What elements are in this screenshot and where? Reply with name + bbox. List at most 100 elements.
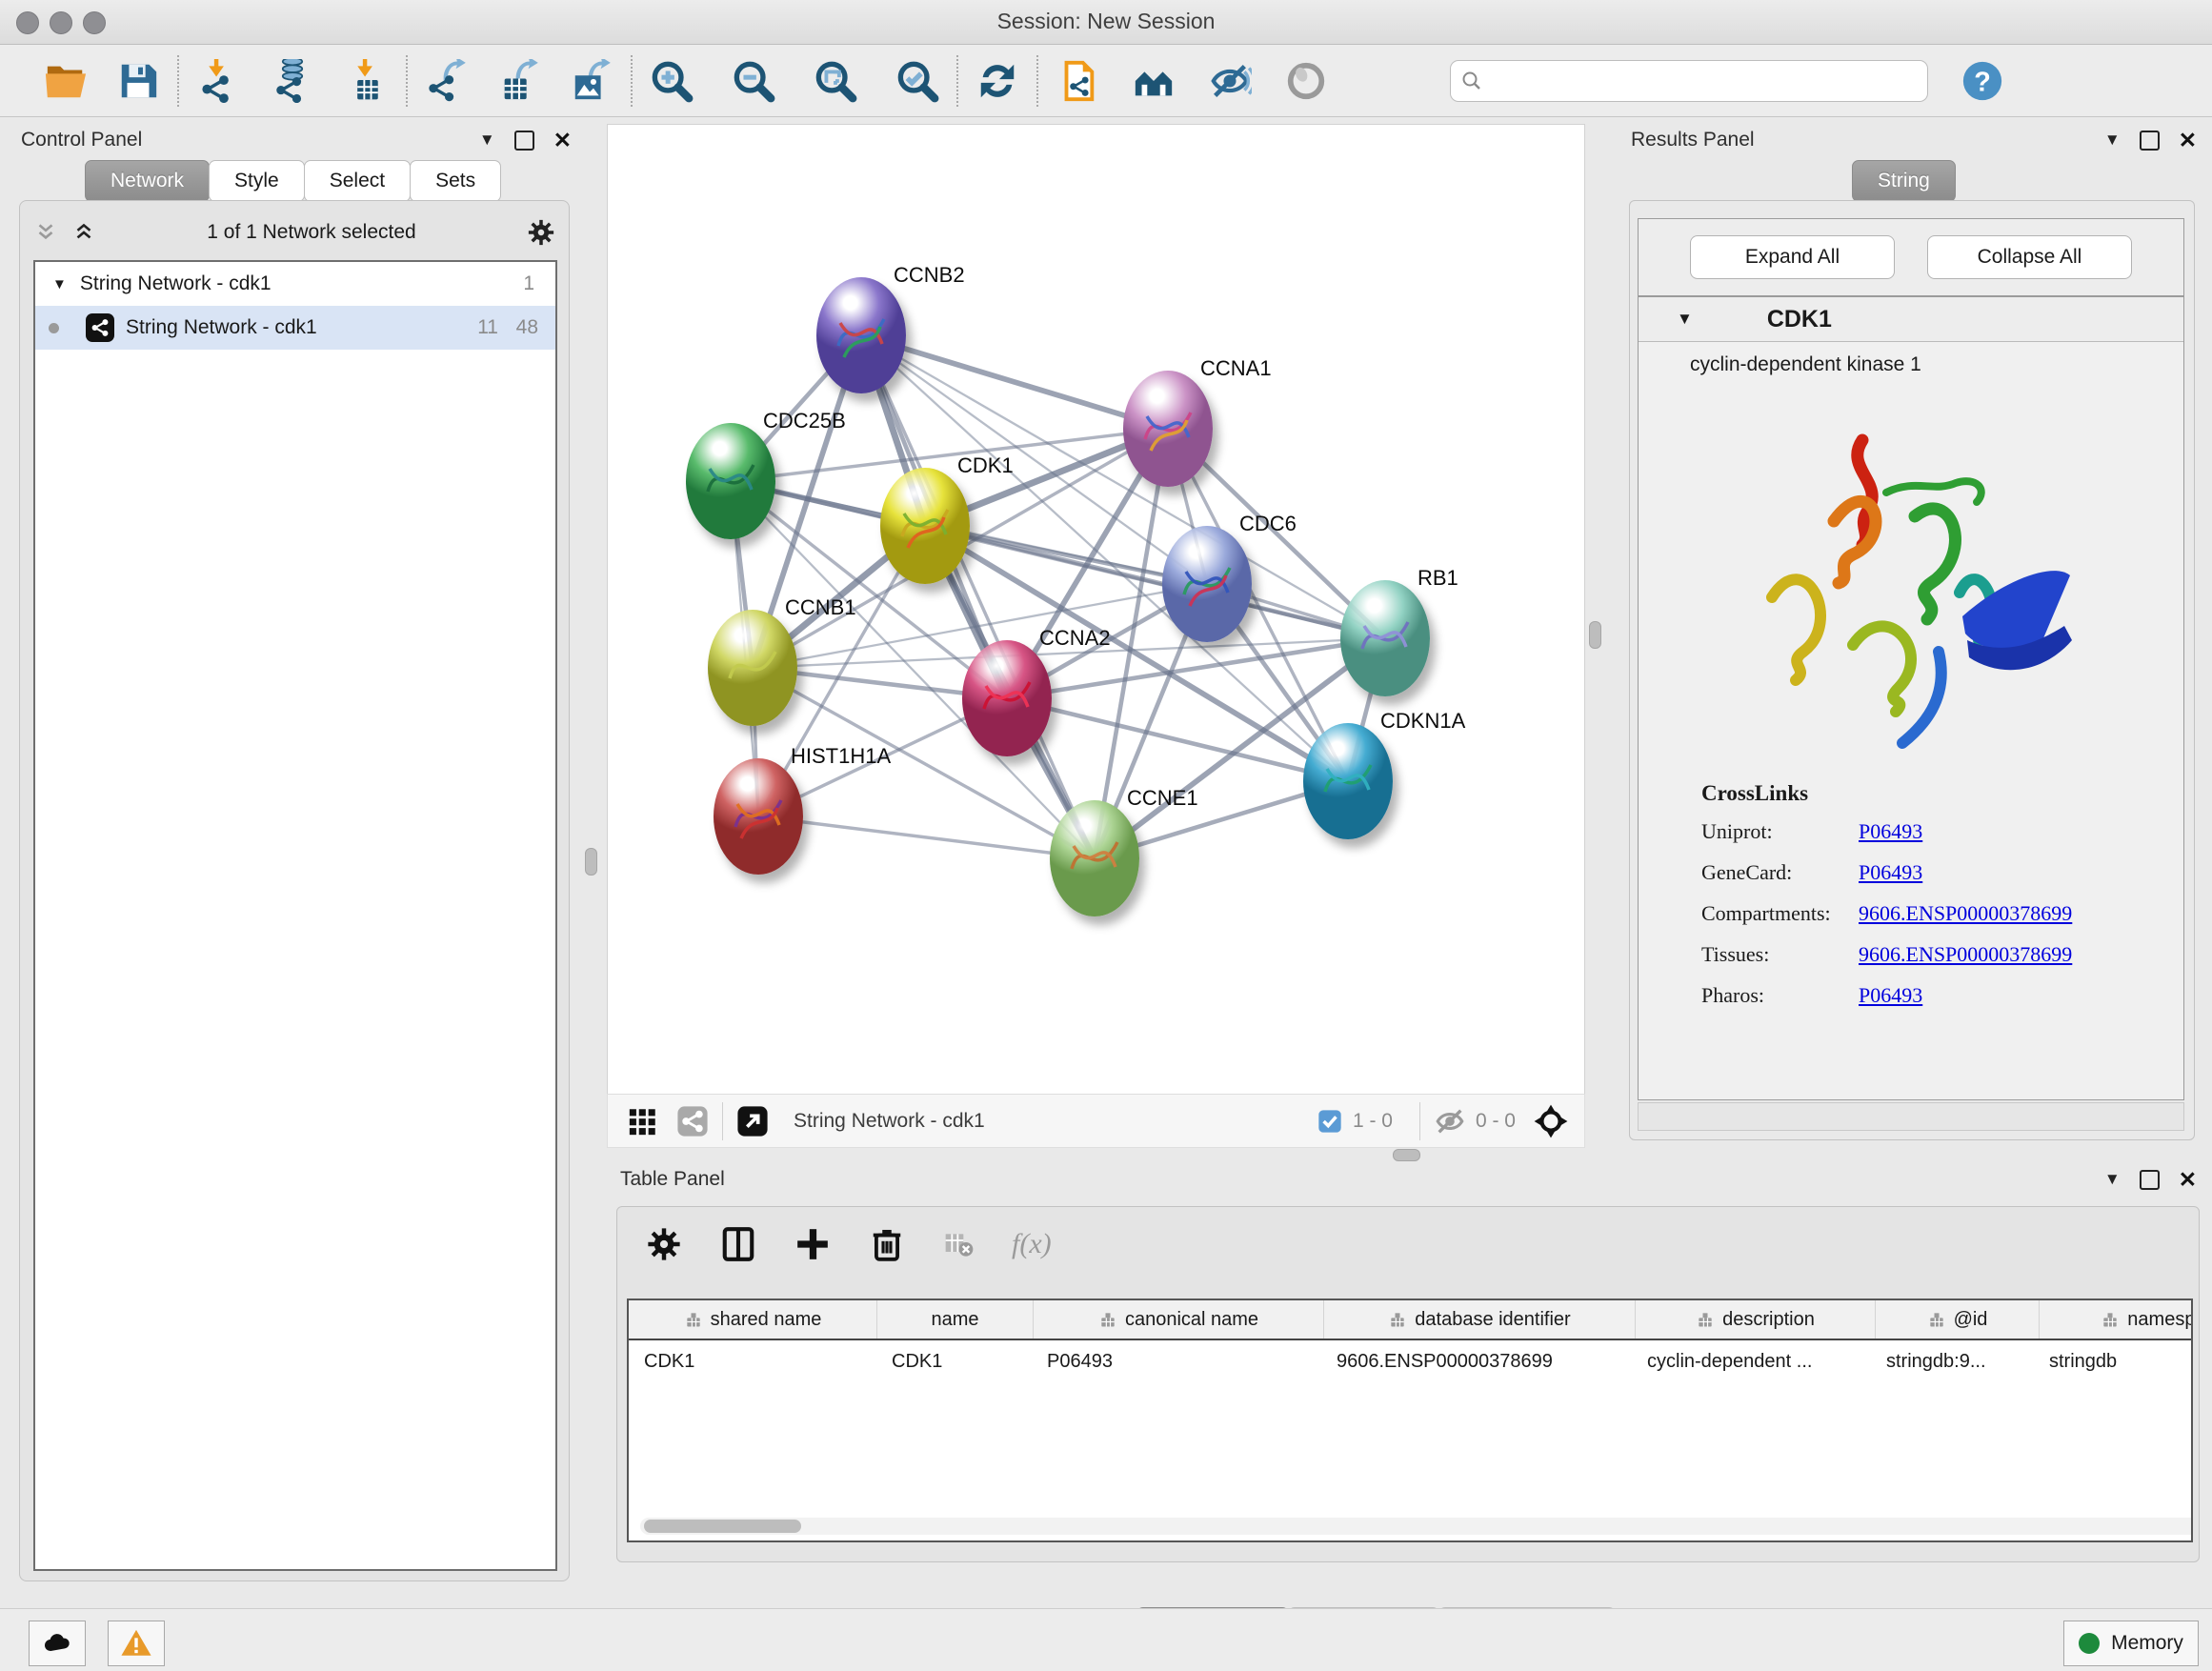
network-options-gear-icon[interactable]	[527, 218, 555, 247]
network-node-ccna1[interactable]	[1123, 371, 1213, 487]
export-network-button[interactable]	[417, 51, 476, 111]
column-header[interactable]: namespace	[2040, 1300, 2193, 1339]
left-splitter-handle[interactable]	[585, 848, 597, 876]
maximize-panel-icon[interactable]	[2140, 1170, 2160, 1190]
crosslink-pharos-link[interactable]: P06493	[1859, 983, 1922, 1008]
open-session-button[interactable]	[36, 51, 95, 111]
crosslink-uniprot-link[interactable]: P06493	[1859, 819, 1922, 844]
collapse-all-networks-icon[interactable]	[33, 220, 58, 245]
network-node-ccne1[interactable]	[1050, 800, 1139, 916]
maximize-panel-icon[interactable]	[2140, 131, 2160, 151]
network-node-ccnb2[interactable]	[816, 277, 906, 393]
toolbar-separator	[956, 55, 958, 107]
results-horizontal-scrollbar[interactable]	[1638, 1102, 2184, 1131]
expand-all-button[interactable]: Expand All	[1690, 235, 1895, 279]
detach-view-icon[interactable]	[736, 1105, 769, 1137]
collapse-panel-icon[interactable]: ▼	[2104, 131, 2121, 150]
right-splitter-handle[interactable]	[1589, 621, 1601, 649]
maximize-panel-icon[interactable]	[514, 131, 534, 151]
tab-style[interactable]: Style	[209, 160, 305, 202]
toolbar-separator	[406, 55, 408, 107]
protein-structure-image	[1719, 402, 2101, 764]
gene-collapse-icon[interactable]: ▼	[1677, 310, 1693, 329]
table-panel-title: Table Panel	[620, 1168, 725, 1191]
zoom-selected-icon	[895, 59, 939, 103]
string-import-button[interactable]	[1048, 51, 1107, 111]
birds-eye-toggle-icon[interactable]	[1533, 1103, 1569, 1139]
save-session-button[interactable]	[109, 51, 168, 111]
tab-sets[interactable]: Sets	[410, 160, 501, 202]
warning-status-button[interactable]	[108, 1621, 165, 1666]
import-table-button[interactable]	[337, 51, 396, 111]
collapse-panel-icon[interactable]: ▼	[479, 131, 495, 150]
gene-description: cyclin-dependent kinase 1	[1690, 353, 2183, 376]
zoom-out-button[interactable]	[724, 51, 783, 111]
tab-select[interactable]: Select	[304, 160, 411, 202]
tab-string[interactable]: String	[1852, 160, 1956, 202]
crosslink-label: Pharos:	[1701, 983, 1859, 1008]
network-share-icon[interactable]	[676, 1105, 709, 1137]
cloud-status-button[interactable]	[29, 1621, 86, 1666]
crosslink-compartments-link[interactable]: 9606.ENSP00000378699	[1859, 901, 2072, 926]
network-node-cdc25b[interactable]	[686, 423, 775, 539]
network-edge[interactable]	[925, 526, 1385, 638]
column-header[interactable]: canonical name	[1034, 1300, 1324, 1339]
network-node-ccnb1[interactable]	[708, 610, 797, 726]
column-header[interactable]: database identifier	[1324, 1300, 1636, 1339]
delete-table-icon[interactable]	[943, 1229, 974, 1259]
delete-column-trash-icon[interactable]	[869, 1226, 905, 1262]
table-row[interactable]: CDK1 CDK1 P06493 9606.ENSP00000378699 cy…	[629, 1340, 2191, 1382]
grid-view-icon[interactable]	[627, 1105, 659, 1137]
node-label-ccna1: CCNA1	[1200, 356, 1272, 381]
collection-expand-icon[interactable]: ▼	[52, 276, 67, 292]
hidden-eye-icon[interactable]	[1434, 1105, 1466, 1137]
crosslink-tissues-link[interactable]: 9606.ENSP00000378699	[1859, 942, 2072, 967]
show-columns-icon[interactable]	[720, 1226, 756, 1262]
zoom-fit-button[interactable]	[806, 51, 865, 111]
import-network-file-button[interactable]	[189, 51, 248, 111]
zoom-in-button[interactable]	[642, 51, 701, 111]
network-node-cdkn1a[interactable]	[1303, 723, 1393, 839]
collapse-all-button[interactable]: Collapse All	[1927, 235, 2132, 279]
network-row[interactable]: String Network - cdk1 11 48	[35, 306, 555, 350]
network-edge[interactable]	[758, 816, 1095, 858]
zoom-selected-button[interactable]	[888, 51, 947, 111]
export-image-button[interactable]	[562, 51, 621, 111]
network-canvas[interactable]: CCNB2CCNA1CDC25BCDK1CDC6RB1CCNB1CCNA2CDK…	[607, 124, 1585, 1096]
network-node-cdc6[interactable]	[1162, 526, 1252, 642]
import-network-database-button[interactable]	[263, 51, 322, 111]
column-header[interactable]: @id	[1876, 1300, 2040, 1339]
close-panel-icon[interactable]: ✕	[2179, 1172, 2197, 1188]
network-node-hist1h1a[interactable]	[714, 758, 803, 875]
collapse-panel-icon[interactable]: ▼	[2104, 1170, 2121, 1189]
network-collection-row[interactable]: ▼ String Network - cdk1 1	[35, 262, 555, 306]
table-settings-gear-icon[interactable]	[646, 1226, 682, 1262]
network-node-cdk1[interactable]	[880, 468, 970, 584]
close-panel-icon[interactable]: ✕	[553, 132, 572, 149]
network-edge[interactable]	[861, 335, 1095, 858]
column-header[interactable]: description	[1636, 1300, 1876, 1339]
string-home-button[interactable]	[1124, 51, 1183, 111]
export-table-button[interactable]	[490, 51, 549, 111]
help-button[interactable]: ?	[1953, 51, 2012, 111]
column-header[interactable]: shared name	[629, 1300, 877, 1339]
network-edge[interactable]	[861, 335, 1168, 429]
selected-checkbox-icon[interactable]	[1317, 1108, 1343, 1135]
close-panel-icon[interactable]: ✕	[2179, 132, 2197, 149]
memory-button[interactable]: Memory	[2063, 1621, 2199, 1666]
search-input[interactable]	[1483, 63, 1927, 99]
expand-all-networks-icon[interactable]	[71, 220, 96, 245]
network-node-ccna2[interactable]	[962, 640, 1052, 756]
scrollbar-thumb[interactable]	[644, 1520, 801, 1533]
tab-network[interactable]: Network	[85, 160, 210, 202]
enhance-display-button[interactable]	[1200, 51, 1259, 111]
apply-layout-button[interactable]	[968, 51, 1027, 111]
function-builder-icon[interactable]: f(x)	[1012, 1228, 1052, 1260]
add-column-icon[interactable]	[794, 1226, 831, 1262]
network-node-rb1[interactable]	[1340, 580, 1430, 696]
crosslink-genecard-link[interactable]: P06493	[1859, 860, 1922, 885]
cell-shared-name: CDK1	[629, 1351, 876, 1373]
column-header[interactable]: name	[877, 1300, 1034, 1339]
table-horizontal-scrollbar[interactable]	[640, 1518, 2193, 1535]
highlight-button[interactable]	[1277, 51, 1336, 111]
